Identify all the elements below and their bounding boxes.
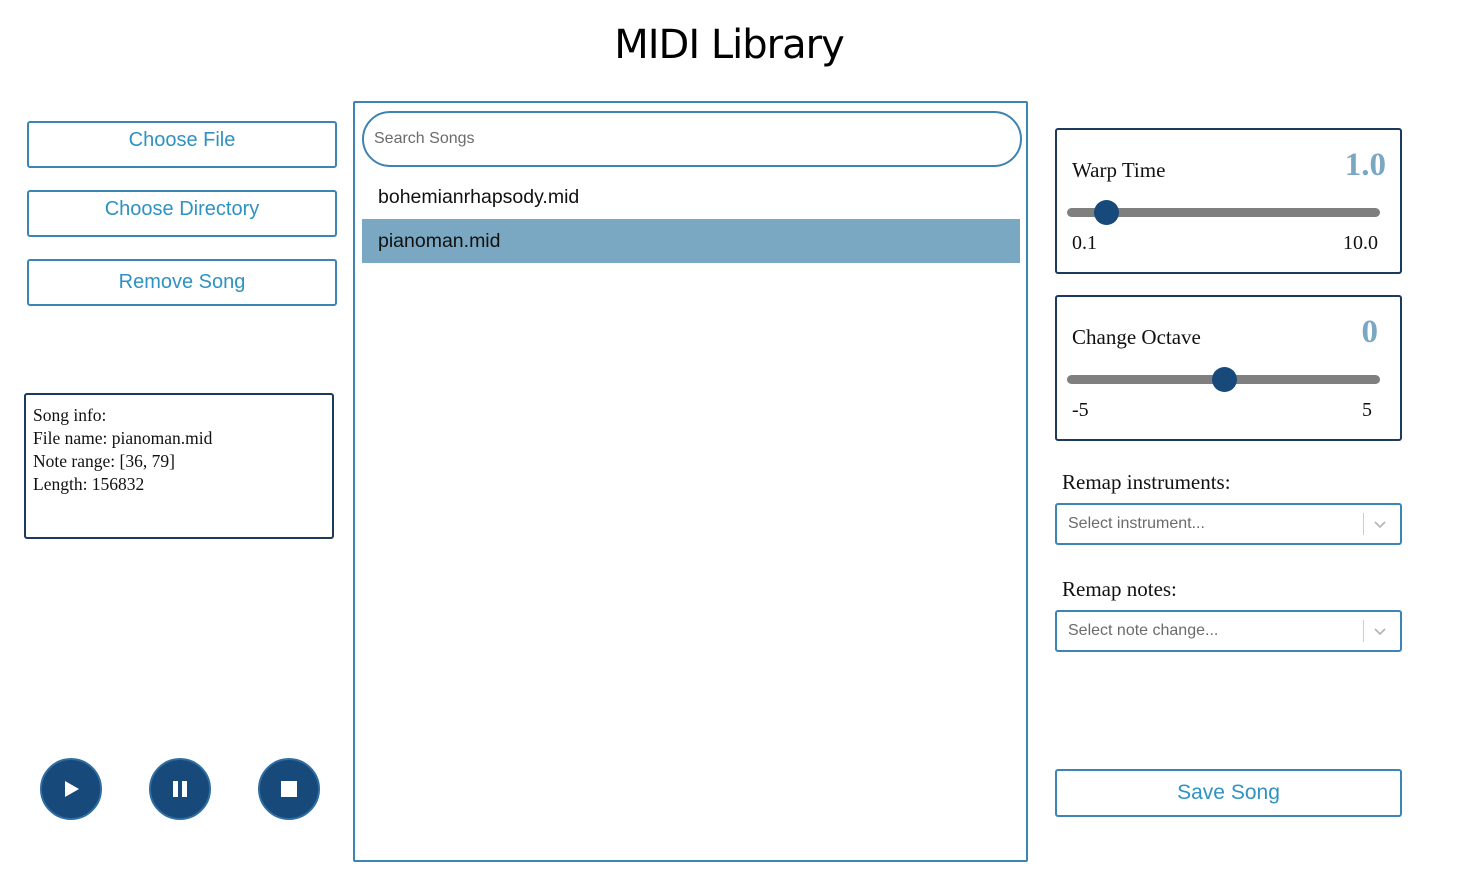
song-item-label: pianoman.mid (378, 229, 501, 252)
change-octave-slider-thumb[interactable] (1211, 367, 1237, 392)
change-octave-slider-track[interactable] (1067, 367, 1380, 392)
pause-button[interactable] (149, 758, 211, 820)
play-icon (65, 781, 79, 797)
change-octave-label: Change Octave (1072, 325, 1201, 349)
select-separator (1363, 513, 1364, 535)
warp-time-max: 10.0 (1343, 232, 1378, 254)
change-octave-max: 5 (1362, 399, 1372, 421)
song-item-bohemianrhapsody[interactable]: bohemianrhapsody.mid (362, 175, 1020, 219)
remap-instruments-label: Remap instruments: (1062, 470, 1231, 494)
choose-directory-button[interactable]: Choose Directory (27, 190, 337, 237)
warp-time-slider-track[interactable] (1067, 200, 1380, 225)
chevron-down-icon (1374, 521, 1386, 529)
change-octave-min: -5 (1072, 399, 1089, 421)
remap-instruments-placeholder: Select instrument... (1068, 515, 1205, 532)
save-song-button[interactable]: Save Song (1055, 769, 1402, 817)
pause-icon (173, 781, 187, 797)
select-separator (1363, 620, 1364, 642)
warp-time-card: Warp Time 1.0 0.1 10.0 (1055, 128, 1402, 274)
warp-time-label: Warp Time (1072, 158, 1166, 182)
change-octave-card: Change Octave 0 -5 5 (1055, 295, 1402, 441)
song-list-panel: bohemianrhapsody.mid pianoman.mid (353, 101, 1028, 862)
remap-notes-select[interactable]: Select note change... (1055, 610, 1402, 652)
play-button[interactable] (40, 758, 102, 820)
remove-song-button[interactable]: Remove Song (27, 259, 337, 306)
warp-time-slider-thumb[interactable] (1094, 200, 1120, 225)
stop-icon (281, 781, 297, 797)
song-info-length: Length: 156832 (33, 474, 145, 494)
change-octave-value: 0 (1361, 314, 1379, 350)
song-info-file-name: File name: pianoman.mid (33, 428, 213, 448)
search-songs-input[interactable] (362, 111, 1022, 167)
remap-instruments-select[interactable]: Select instrument... (1055, 503, 1402, 545)
choose-file-button[interactable]: Choose File (27, 121, 337, 168)
remap-notes-placeholder: Select note change... (1068, 622, 1219, 639)
song-item-label: bohemianrhapsody.mid (378, 185, 580, 208)
song-item-pianoman[interactable]: pianoman.mid (362, 219, 1020, 263)
remap-notes-label: Remap notes: (1062, 577, 1177, 601)
warp-time-value: 1.0 (1344, 147, 1386, 183)
song-info-note-range: Note range: [36, 79] (33, 451, 175, 471)
page-title: MIDI Library (614, 22, 844, 68)
song-info-heading: Song info: (33, 405, 107, 425)
stop-button[interactable] (258, 758, 320, 820)
chevron-down-icon (1374, 628, 1386, 636)
song-info-panel: Song info: File name: pianoman.mid Note … (24, 393, 334, 539)
warp-time-min: 0.1 (1072, 232, 1097, 254)
